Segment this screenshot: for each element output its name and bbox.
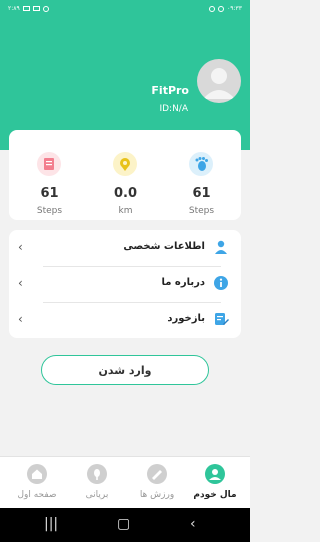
nav-item-sports[interactable]: ورزش ها (128, 457, 186, 509)
stat-steps-right[interactable]: 61 Steps (163, 130, 240, 220)
stat-value: 61 (192, 186, 211, 201)
person-icon (213, 239, 229, 255)
nav-label: مال خودم (193, 490, 237, 500)
profile-icon (205, 464, 225, 484)
status-left: ۲:۸۹ (8, 5, 49, 12)
notification-icon (209, 5, 216, 12)
stat-unit: Steps (36, 206, 63, 216)
system-nav-bar: ||| ▢ ‹ (0, 508, 250, 542)
nav-item-home[interactable]: صفحه اول (8, 457, 66, 509)
steps-book-icon (37, 152, 61, 176)
bottom-nav: صفحه اول بریانی ورزش ها مال خودم (0, 456, 250, 508)
recents-icon[interactable]: ||| (44, 516, 58, 532)
stat-unit: km (118, 206, 133, 216)
stat-value: 0.0 (113, 186, 138, 201)
feedback-icon (213, 311, 229, 327)
bluetooth-icon (42, 5, 49, 12)
status-right: ۰۹:۳۳ (209, 5, 242, 12)
nav-item-food[interactable]: بریانی (68, 457, 126, 509)
menu-item-label: بازخورد (167, 313, 205, 324)
info-icon (213, 275, 229, 291)
login-button[interactable]: وارد شدن (41, 355, 209, 385)
status-clock: ۰۹:۳۳ (227, 5, 242, 12)
menu-item-label: درباره ما (161, 277, 206, 288)
app-name: FitPro (151, 84, 189, 97)
nav-label: بریانی (85, 490, 109, 500)
menu-item-personal-info[interactable]: ‹ اطلاعات شخصی (9, 230, 241, 266)
distance-pin-icon (113, 152, 137, 176)
stat-distance[interactable]: 0.0 km (87, 130, 164, 220)
menu-item-label: اطلاعات شخصی (123, 241, 205, 252)
battery-icon (32, 6, 40, 11)
signal-icon (22, 6, 30, 11)
chevron-left-icon: ‹ (18, 312, 23, 326)
food-icon (87, 464, 107, 484)
footprint-icon (189, 152, 213, 176)
nav-label: صفحه اول (17, 490, 57, 500)
default-avatar-icon (203, 68, 235, 99)
stat-unit: Steps (188, 206, 215, 216)
chevron-left-icon: ‹ (18, 276, 23, 290)
avatar[interactable] (197, 59, 241, 103)
back-icon[interactable]: ‹ (190, 516, 196, 532)
status-time-left: ۲:۸۹ (8, 5, 20, 12)
stat-value: 61 (40, 186, 59, 201)
nav-label: ورزش ها (139, 490, 175, 500)
menu-item-feedback[interactable]: ‹ بازخورد (9, 302, 241, 338)
menu-item-about-us[interactable]: ‹ درباره ما (9, 266, 241, 302)
user-id: ID:N/A (159, 104, 188, 114)
home-icon (27, 464, 47, 484)
nav-item-profile[interactable]: مال خودم (186, 457, 244, 509)
app-notification-icon (218, 5, 225, 12)
settings-menu: ‹ اطلاعات شخصی ‹ درباره ما ‹ بازخورد (9, 230, 241, 338)
stat-steps-left[interactable]: 61 Steps (11, 130, 88, 220)
status-bar: ۲:۸۹ ۰۹:۳۳ (0, 0, 250, 18)
stats-card: 61 Steps 0.0 km 61 Steps (9, 130, 241, 220)
sports-icon (147, 464, 167, 484)
chevron-left-icon: ‹ (18, 240, 23, 254)
home-circle-icon[interactable]: ▢ (117, 516, 130, 532)
